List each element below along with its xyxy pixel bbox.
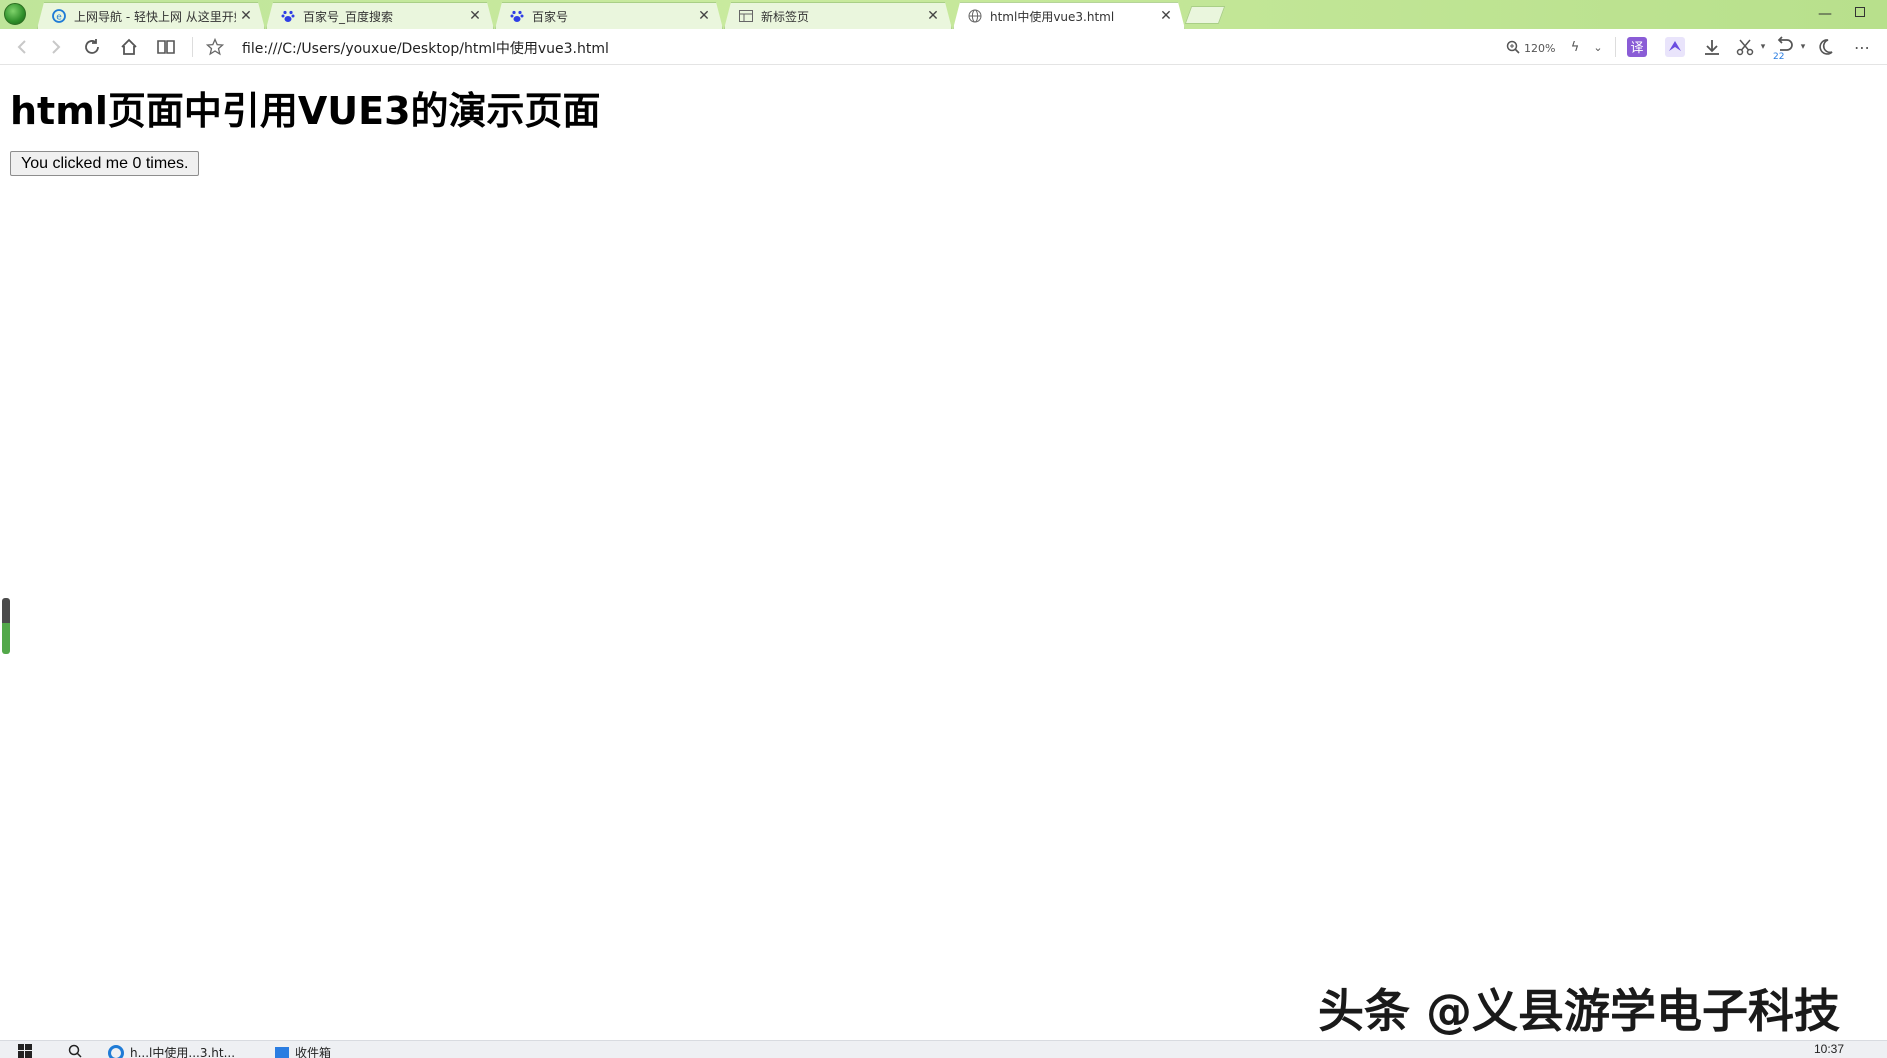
download-icon[interactable] bbox=[1700, 35, 1724, 59]
close-icon[interactable]: ✕ bbox=[236, 8, 256, 24]
zoom-icon bbox=[1506, 40, 1520, 57]
tab-label: html中使用vue3.html bbox=[990, 9, 1115, 24]
zoom-level: 120% bbox=[1524, 42, 1556, 55]
search-icon[interactable] bbox=[68, 1044, 82, 1058]
globe-icon bbox=[968, 9, 982, 23]
close-icon[interactable]: ✕ bbox=[465, 8, 485, 24]
address-bar[interactable]: file:///C:/Users/youxue/Desktop/html中使用v… bbox=[242, 38, 609, 58]
undo-count: 22 bbox=[1773, 52, 1785, 62]
taskbar: h...l中使用...3.ht... 收件箱 10:37 bbox=[0, 1040, 1887, 1058]
svg-text:e: e bbox=[56, 13, 62, 23]
tab-label: 百家号_百度搜索 bbox=[303, 9, 394, 24]
mail-app-icon bbox=[275, 1046, 289, 1058]
restore-icon[interactable] bbox=[1855, 7, 1865, 17]
forward-icon[interactable] bbox=[44, 35, 68, 59]
close-icon[interactable]: ✕ bbox=[1156, 8, 1176, 24]
back-icon[interactable] bbox=[10, 35, 34, 59]
new-tab-button[interactable] bbox=[1184, 6, 1226, 24]
reading-mode-icon[interactable] bbox=[154, 35, 178, 59]
lightning-icon[interactable]: ϟ bbox=[1563, 35, 1587, 59]
minimize-icon[interactable]: — bbox=[1818, 6, 1832, 22]
browser-app-icon bbox=[108, 1044, 124, 1058]
tab-label: 新标签页 bbox=[761, 9, 810, 24]
system-clock[interactable]: 10:37 bbox=[1814, 1042, 1844, 1056]
taskbar-browser-item[interactable]: h...l中使用...3.ht... bbox=[108, 1044, 235, 1058]
svg-text:译: 译 bbox=[1630, 41, 1643, 56]
zoom-indicator[interactable]: 120% bbox=[1506, 40, 1555, 57]
tab-label: 上网导航 - 轻快上网 从这里开始 bbox=[74, 9, 236, 24]
tab-navigation[interactable]: e 上网导航 - 轻快上网 从这里开始 ✕ bbox=[37, 2, 265, 29]
tab-bar: e 上网导航 - 轻快上网 从这里开始 ✕ 百家号_百度搜索 ✕ 百家号 ✕ 新… bbox=[0, 0, 1887, 29]
extension-bird-icon[interactable] bbox=[1663, 35, 1687, 59]
home-icon[interactable] bbox=[117, 35, 141, 59]
side-drag-handle[interactable] bbox=[2, 598, 10, 654]
grid-page-icon bbox=[739, 9, 753, 23]
watermark: 头条 @义县游学电子科技 bbox=[1318, 984, 1841, 1038]
tab-baijiahao[interactable]: 百家号 ✕ bbox=[495, 2, 723, 29]
toolbar-divider bbox=[192, 37, 193, 57]
chevron-down-icon[interactable]: ▾ bbox=[1791, 35, 1815, 59]
chevron-down-icon[interactable]: ⌄ bbox=[1586, 35, 1610, 59]
more-menu-icon[interactable]: ⋯ bbox=[1850, 35, 1874, 59]
tab-vue3-html[interactable]: html中使用vue3.html ✕ bbox=[953, 2, 1185, 29]
taskbar-item-label: h...l中使用...3.ht... bbox=[130, 1046, 236, 1058]
close-icon[interactable]: ✕ bbox=[694, 8, 714, 24]
favorite-star-icon[interactable] bbox=[203, 35, 227, 59]
translate-icon[interactable]: 译 bbox=[1625, 35, 1649, 59]
windows-start-icon[interactable] bbox=[18, 1044, 32, 1058]
baidu-paw-icon bbox=[510, 9, 524, 23]
taskbar-item-label: 收件箱 bbox=[295, 1046, 332, 1058]
taskbar-mail-item[interactable]: 收件箱 bbox=[275, 1044, 331, 1058]
tab-new-tab[interactable]: 新标签页 ✕ bbox=[724, 2, 952, 29]
toolbar-divider bbox=[1615, 37, 1616, 57]
reload-icon[interactable] bbox=[80, 35, 104, 59]
ie-e-icon: e bbox=[52, 9, 66, 23]
toolbar: file:///C:/Users/youxue/Desktop/html中使用v… bbox=[0, 29, 1887, 65]
tab-label: 百家号 bbox=[532, 9, 569, 24]
click-counter-button[interactable]: You clicked me 0 times. bbox=[10, 151, 200, 176]
tab-baijiahao-search[interactable]: 百家号_百度搜索 ✕ bbox=[266, 2, 494, 29]
page-title: html页面中引用VUE3的演示页面 bbox=[10, 89, 601, 133]
baidu-paw-icon bbox=[281, 9, 295, 23]
night-mode-moon-icon[interactable] bbox=[1813, 35, 1837, 59]
close-icon[interactable]: ✕ bbox=[923, 8, 943, 24]
browser-logo-icon[interactable] bbox=[4, 3, 26, 25]
